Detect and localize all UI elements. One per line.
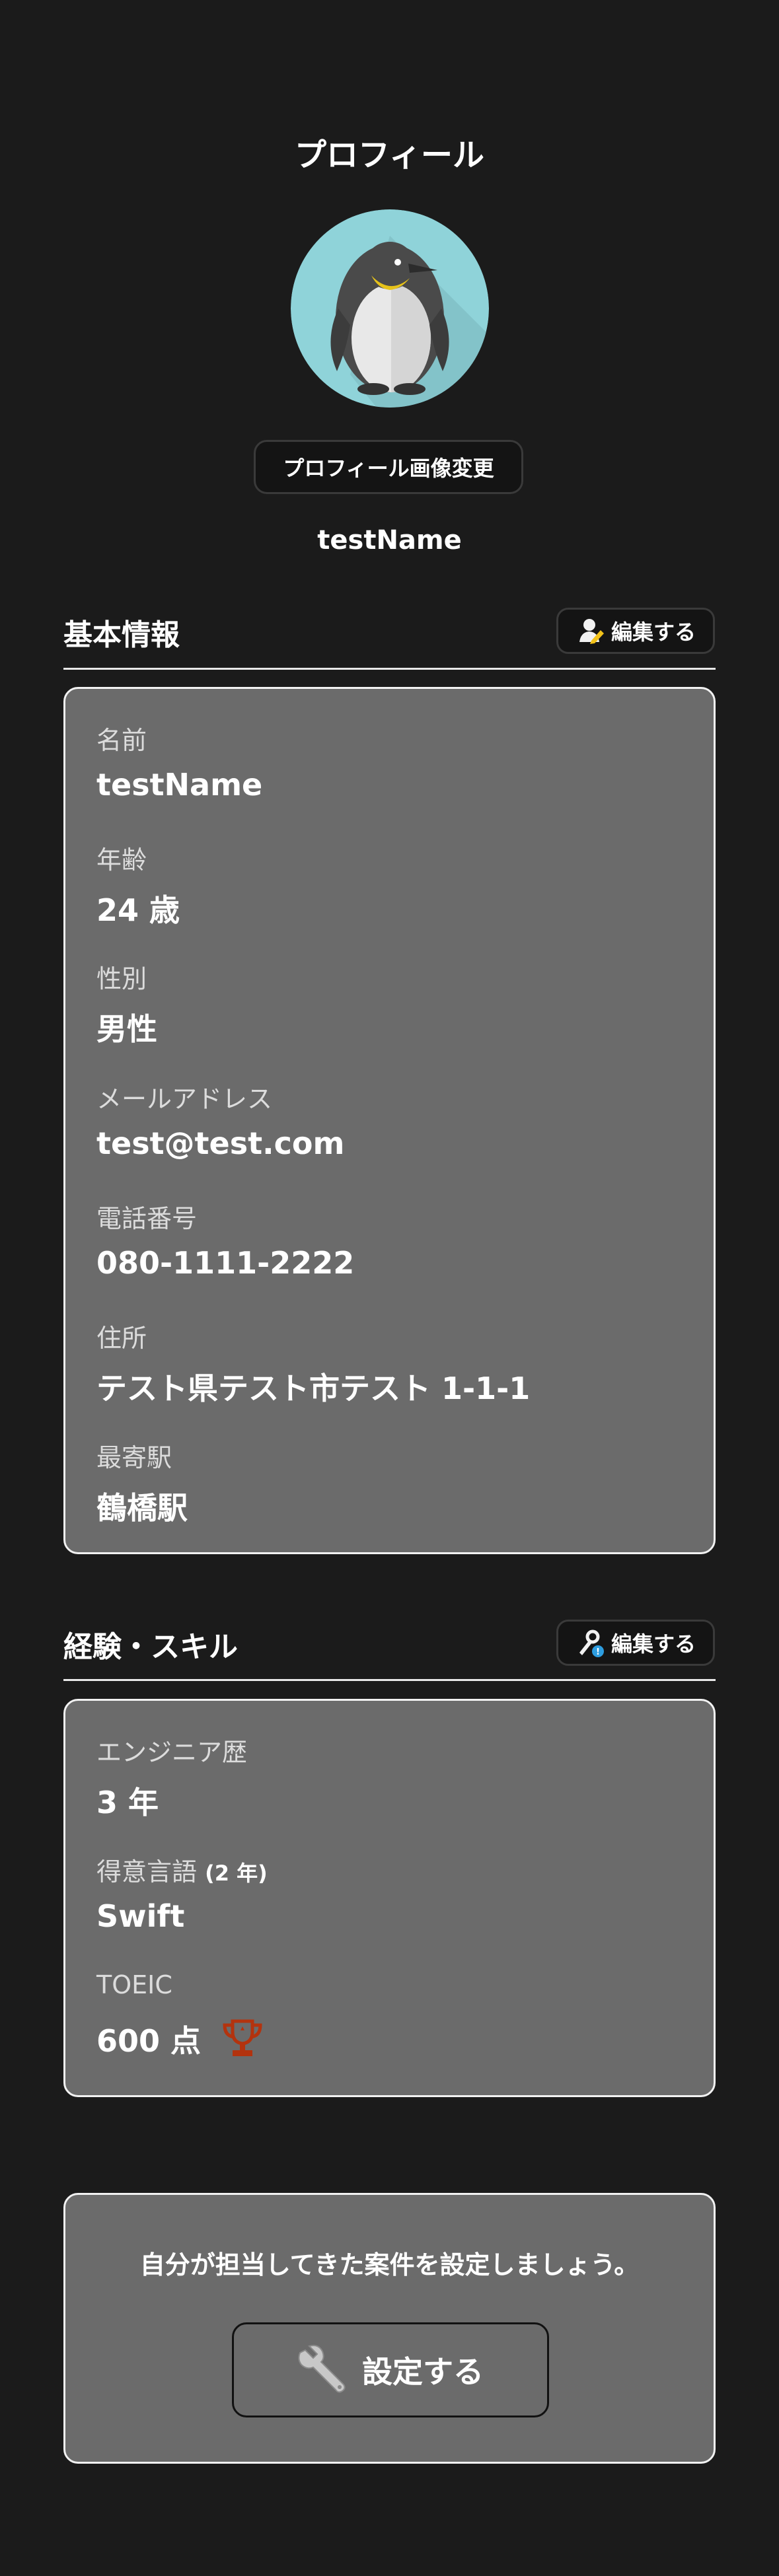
email-label: メールアドレス — [96, 1085, 273, 1114]
phone-label: 電話番号 — [96, 1204, 198, 1233]
projects-prompt: 自分が担当してきた案件を設定しましょう。 — [139, 2250, 640, 2279]
projects-card: 自分が担当してきた案件を設定しましょう。 設定する — [63, 2193, 716, 2464]
toeic-label: TOEIC — [96, 1970, 172, 1999]
engineer-years-label: エンジニア歴 — [96, 1738, 248, 1767]
skills-card: エンジニア歴 3 年 得意言語 (2 年) Swift TOEIC 600 点 — [63, 1699, 716, 2097]
basic-info-divider — [63, 668, 716, 670]
phone-value: 080-1111-2222 — [96, 1245, 355, 1281]
language-value: Swift — [96, 1898, 185, 1934]
address-label: 住所 — [96, 1324, 147, 1353]
basic-info-edit-label: 編集する — [611, 620, 696, 645]
change-profile-image-button[interactable]: プロフィール画像変更 — [254, 440, 523, 494]
basic-info-title: 基本情報 — [63, 618, 180, 652]
svg-text:!: ! — [596, 1647, 600, 1657]
edit-profile-icon — [579, 619, 604, 644]
skills-edit-button[interactable]: ! 編集する — [556, 1620, 715, 1666]
name-value: testName — [96, 767, 263, 803]
basic-info-card: 名前 testName 年齢 24 歳 性別 男性 メールアドレス test@t… — [63, 687, 716, 1554]
language-label: 得意言語 — [96, 1857, 198, 1886]
engineer-years-value: 3 年 — [96, 1785, 159, 1820]
station-label: 最寄駅 — [96, 1443, 172, 1472]
skills-edit-label: 編集する — [611, 1631, 696, 1657]
trophy-icon — [223, 2019, 262, 2056]
toeic-value: 600 点 — [96, 2023, 202, 2059]
avatar[interactable] — [291, 209, 489, 408]
email-value: test@test.com — [96, 1126, 345, 1161]
edit-skills-icon: ! — [579, 1629, 604, 1657]
station-value: 鶴橋駅 — [96, 1490, 188, 1526]
toeic-row: 600 点 — [96, 2017, 266, 2061]
basic-info-edit-button[interactable]: 編集する — [556, 608, 715, 654]
name-label: 名前 — [96, 726, 147, 755]
gender-label: 性別 — [96, 964, 147, 993]
age-label: 年齢 — [96, 845, 147, 875]
skills-divider — [63, 1679, 716, 1681]
age-value: 24 歳 — [96, 892, 180, 928]
address-value: テスト県テスト市テスト 1-1-1 — [96, 1371, 531, 1406]
username: testName — [317, 525, 462, 555]
skills-title: 経験・スキル — [63, 1630, 238, 1664]
page-title: プロフィール — [294, 137, 485, 174]
set-projects-label: 設定する — [362, 2354, 484, 2390]
set-projects-button[interactable]: 設定する — [232, 2322, 549, 2417]
penguin-icon — [291, 209, 489, 408]
language-label-row: 得意言語 (2 年) — [96, 1851, 268, 1888]
gender-value: 男性 — [96, 1011, 157, 1047]
language-years: (2 年) — [205, 1861, 268, 1886]
wrench-icon — [298, 2345, 346, 2393]
